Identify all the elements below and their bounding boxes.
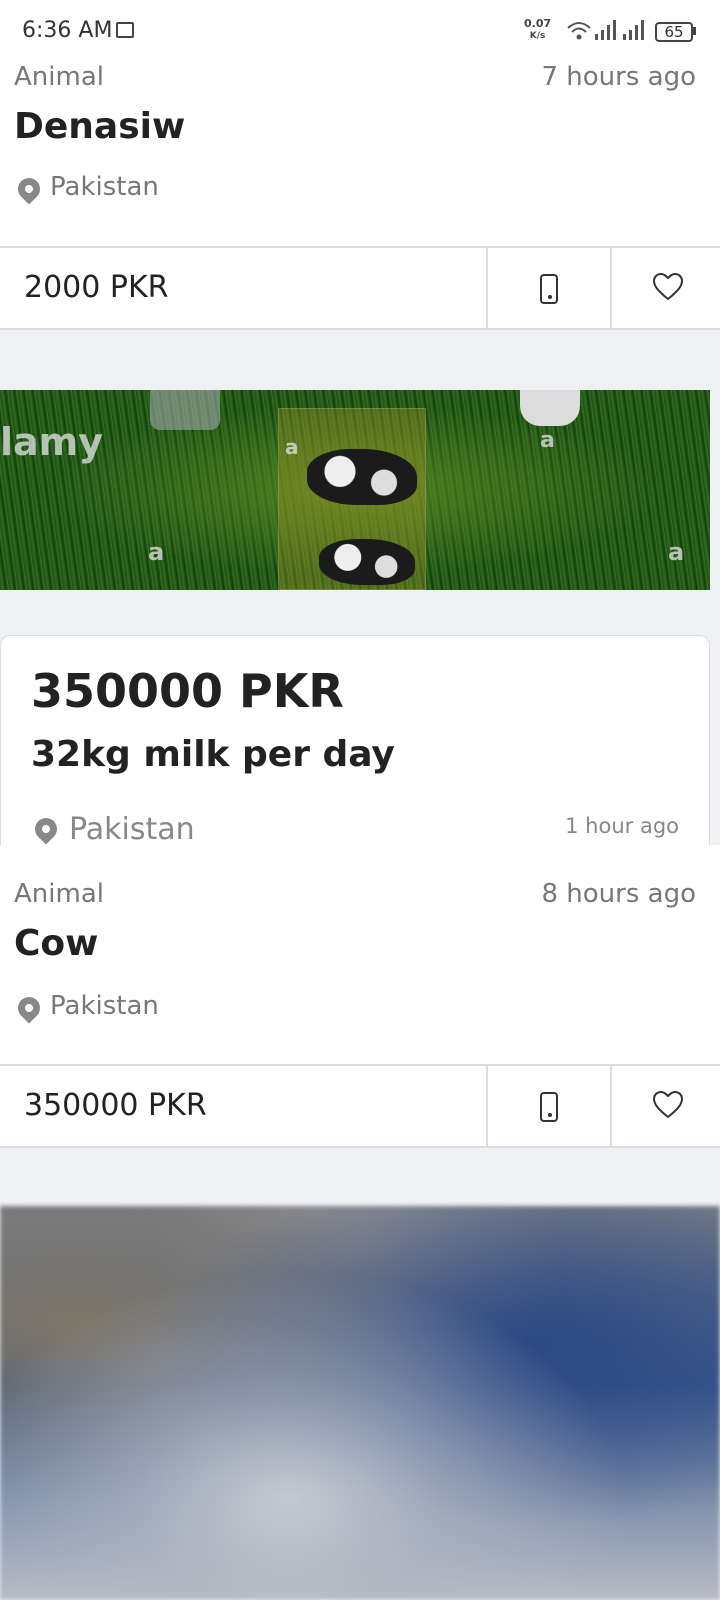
listing-price: 350000 PKR: [24, 1088, 207, 1123]
phone-icon: [540, 1092, 558, 1122]
cow-figure: [307, 449, 417, 505]
image-overlay: a: [278, 408, 426, 590]
signal-2-icon: [623, 20, 644, 40]
location-pin-icon: [30, 813, 62, 845]
listing-category: Animal: [14, 62, 104, 92]
animal-paw: [520, 390, 580, 426]
listing-card[interactable]: Animal 8 hours ago Cow Pakistan: [0, 845, 720, 1064]
image-letter: a: [285, 435, 299, 459]
heart-icon: [652, 272, 684, 301]
listing-time: 7 hours ago: [541, 62, 696, 92]
phone-icon: [540, 274, 558, 304]
gallery-notification-icon: [116, 22, 134, 38]
battery-icon: 65: [655, 22, 693, 42]
image-watermark: lamy: [0, 420, 104, 464]
listing-card[interactable]: Animal 7 hours ago Denasiw Pakistan: [0, 60, 720, 246]
favorite-button[interactable]: [612, 248, 720, 330]
status-time: 6:36 AM: [22, 18, 113, 43]
listing-category: Animal: [14, 879, 104, 909]
person-legs: [150, 390, 220, 430]
featured-listing-card[interactable]: 350000 PKR 32kg milk per day Pakistan 1 …: [0, 635, 710, 847]
listing-title: Denasiw: [14, 106, 186, 147]
cow-figure: [319, 539, 415, 585]
signal-icon: [595, 20, 616, 40]
wifi-icon: [567, 22, 591, 40]
listing-title: Cow: [14, 923, 99, 964]
listing-action-bar: 2000 PKR: [0, 246, 720, 330]
listing-time: 8 hours ago: [541, 879, 696, 909]
featured-title: 32kg milk per day: [31, 734, 395, 775]
call-button[interactable]: [488, 248, 610, 330]
favorite-button[interactable]: [612, 1066, 720, 1148]
image-letter: a: [148, 538, 165, 566]
network-speed: 0.07 K/s: [524, 17, 552, 42]
listing-price: 2000 PKR: [24, 270, 169, 305]
listing-location: Pakistan: [50, 172, 159, 202]
heart-icon: [652, 1090, 684, 1119]
listing-image-loading[interactable]: [0, 1206, 720, 1600]
listing-location: Pakistan: [50, 991, 159, 1021]
featured-listing-image[interactable]: lamy a a a a: [0, 390, 710, 590]
status-bar: 6:36 AM 0.07 K/s 65: [0, 0, 720, 60]
featured-price: 350000 PKR: [31, 664, 344, 718]
featured-time: 1 hour ago: [565, 814, 679, 838]
battery-tip: [693, 27, 696, 35]
image-letter: a: [668, 538, 685, 566]
image-letter: a: [540, 428, 555, 453]
featured-location: Pakistan: [69, 812, 195, 847]
location-pin-icon: [13, 992, 45, 1024]
location-pin-icon: [13, 173, 45, 205]
call-button[interactable]: [488, 1066, 610, 1148]
listing-action-bar: 350000 PKR: [0, 1064, 720, 1148]
